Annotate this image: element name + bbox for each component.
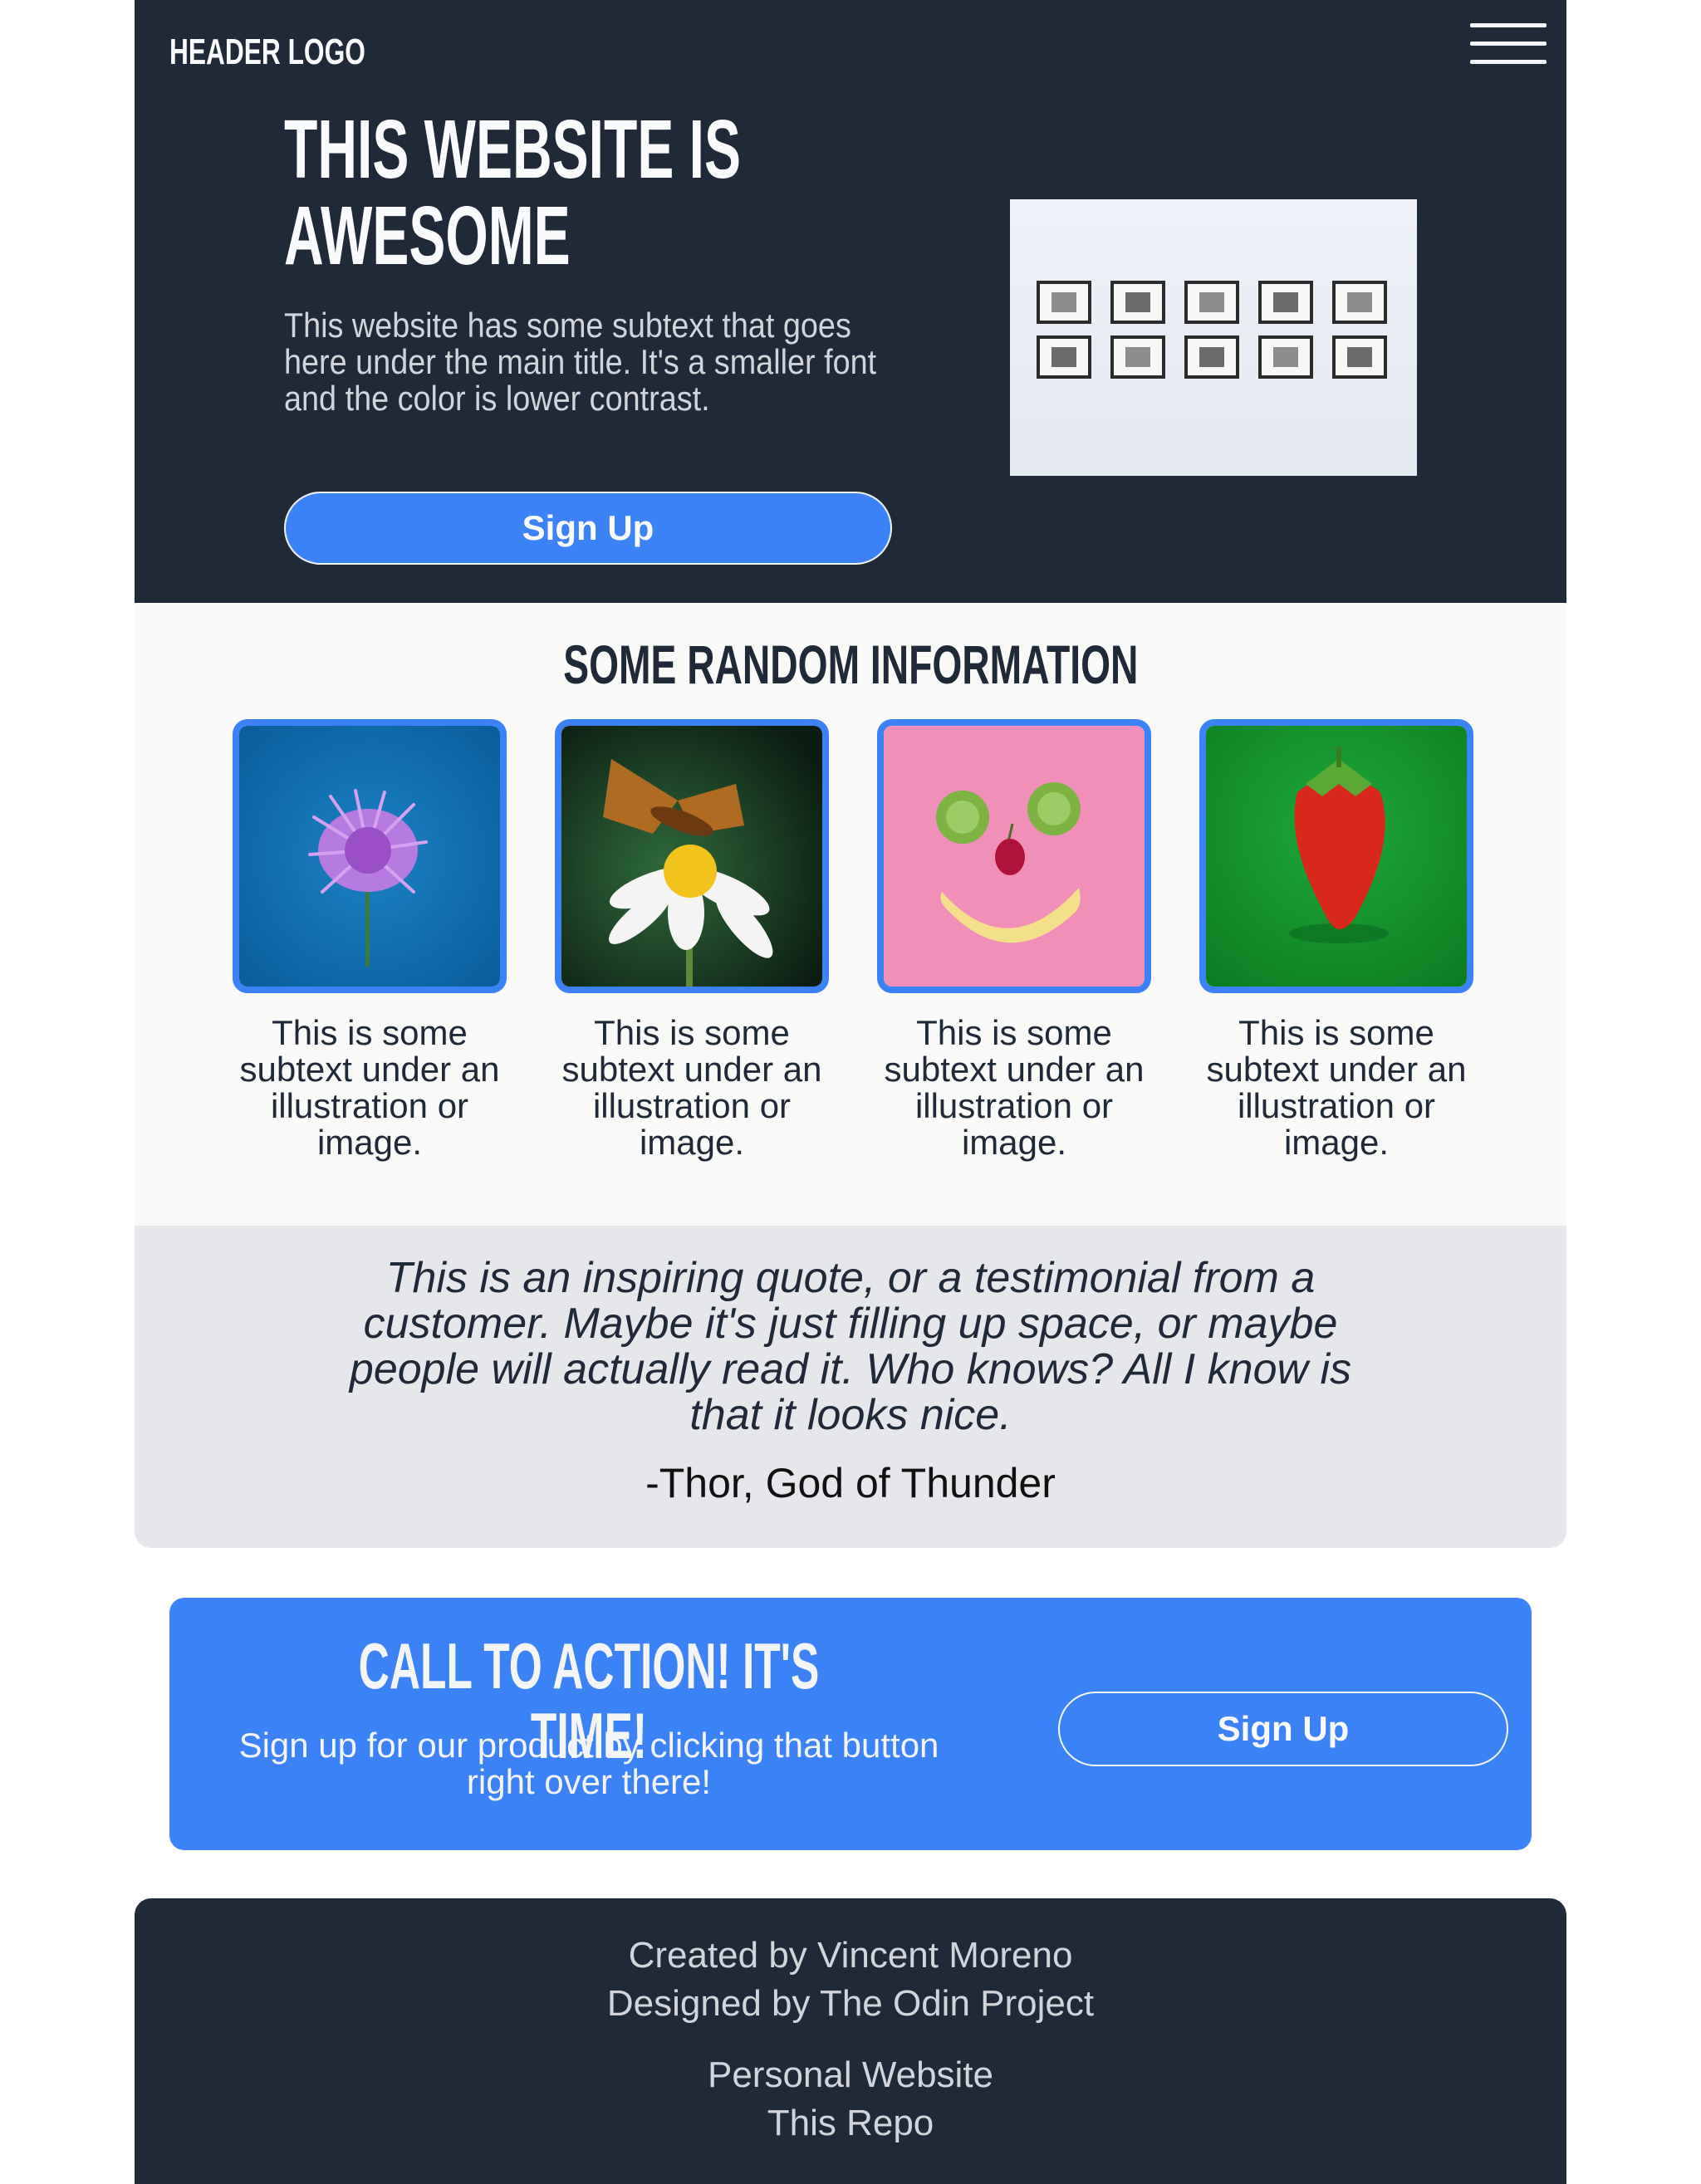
quote-author: -Thor, God of Thunder — [645, 1460, 1056, 1506]
framed-photo — [1051, 292, 1076, 312]
framed-photo — [1273, 347, 1298, 367]
fruit-smiley-face-image — [877, 719, 1151, 993]
hero-title-line2: AWESOME — [284, 189, 571, 282]
info-title-text: SOME RANDOM INFORMATION — [562, 634, 1139, 695]
footer-link-repo[interactable]: This Repo — [135, 2099, 1566, 2147]
purple-flower-image — [233, 719, 507, 993]
framed-photo — [1199, 347, 1224, 367]
framed-photo — [1347, 292, 1372, 312]
gallery-wall-image — [1037, 281, 1387, 379]
framed-photo — [1051, 347, 1076, 367]
info-card-text: This is some subtext under an illustrati… — [239, 1013, 500, 1162]
cta-signup-button[interactable]: Sign Up — [1058, 1692, 1508, 1766]
framed-photo — [1125, 347, 1150, 367]
hero-section: HEADER LOGO THIS WEBSITE IS AWESOME This… — [135, 0, 1566, 603]
framed-photo — [1273, 292, 1298, 312]
cta-section: CALL TO ACTION! IT'S TIME! Sign up for o… — [169, 1598, 1532, 1850]
info-card-text: This is some subtext under an illustrati… — [1206, 1013, 1467, 1162]
page: HEADER LOGO THIS WEBSITE IS AWESOME This… — [135, 0, 1566, 2184]
info-section: SOME RANDOM INFORMATION This is some sub… — [135, 603, 1566, 1226]
butterfly-on-daisy-image — [555, 719, 829, 993]
quote-section: This is an inspiring quote, or a testimo… — [135, 1226, 1566, 1548]
info-card-text: This is some subtext under an illustrati… — [561, 1013, 822, 1162]
footer-designed-by: Designed by The Odin Project — [606, 1983, 1095, 2024]
strawberry-image — [1199, 719, 1473, 993]
footer-created-by: Created by Vincent Moreno — [628, 1935, 1073, 1976]
info-card-text: This is some subtext under an illustrati… — [884, 1013, 1145, 1162]
footer: Created by Vincent Moreno Designed by Th… — [135, 1898, 1566, 2184]
hero-image — [1010, 199, 1417, 476]
framed-photo — [1347, 347, 1372, 367]
hero-title-line1: THIS WEBSITE IS — [284, 103, 742, 196]
quote-text: This is an inspiring quote, or a testimo… — [349, 1254, 1352, 1439]
header-logo[interactable]: HEADER LOGO — [169, 32, 365, 73]
framed-photo — [1125, 292, 1150, 312]
hero-title: THIS WEBSITE IS AWESOME — [284, 106, 741, 279]
framed-photo — [1199, 292, 1224, 312]
hero-subtext: This website has some subtext that goes … — [284, 306, 877, 418]
footer-link-personal-website[interactable]: Personal Website — [135, 2051, 1566, 2099]
info-title: SOME RANDOM INFORMATION — [135, 634, 1566, 694]
hamburger-menu-icon[interactable] — [1470, 20, 1547, 66]
hero-signup-button[interactable]: Sign Up — [284, 492, 892, 565]
cta-subtext: Sign up for our product by clicking that… — [238, 1726, 939, 1801]
